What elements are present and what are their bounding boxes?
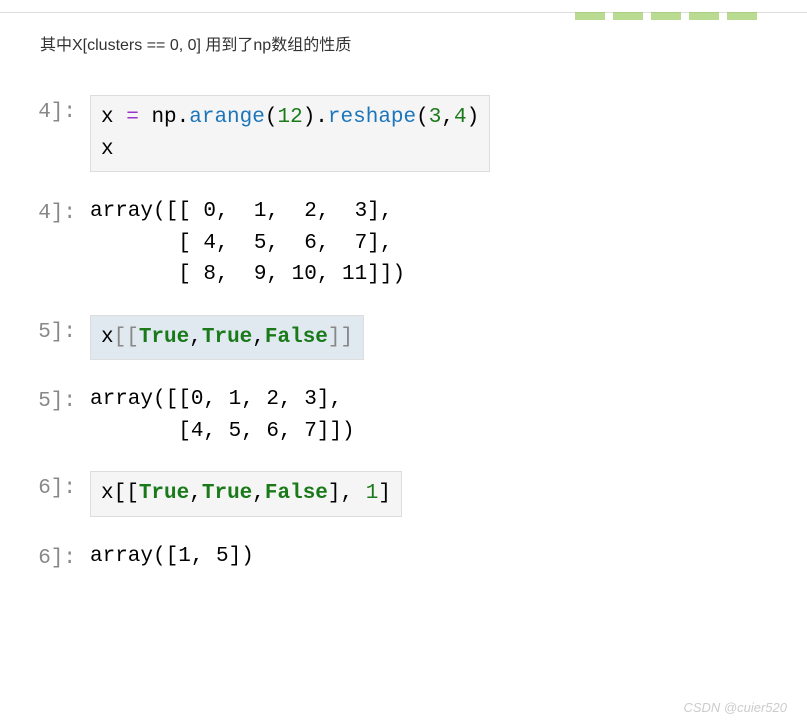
code-cell[interactable]: x[[True,True,False]] (90, 315, 364, 361)
notebook-content: 4]: x = np.arange(12).reshape(3,4) x 4]:… (0, 95, 807, 572)
decorative-block (727, 12, 757, 20)
code-bracket: [[ (114, 326, 139, 349)
code-num: 1 (366, 482, 379, 505)
input-cell-4: 4]: x = np.arange(12).reshape(3,4) x (0, 95, 807, 172)
output-text: array([[ 0, 1, 2, 3], [ 4, 5, 6, 7], [ 8… (90, 196, 405, 291)
code-comma: , (189, 482, 202, 505)
code-paren: ). (303, 106, 328, 129)
code-comma: , (189, 326, 202, 349)
code-bracket: ] (328, 482, 341, 505)
input-cell-6: 6]: x[[True,True,False], 1] (0, 471, 807, 517)
code-var: x (101, 138, 114, 161)
cell-prompt: 5]: (0, 384, 90, 413)
output-cell-4: 4]: array([[ 0, 1, 2, 3], [ 4, 5, 6, 7],… (0, 196, 807, 291)
code-bool: True (139, 482, 189, 505)
cell-prompt: 6]: (0, 541, 90, 570)
output-cell-6: 6]: array([1, 5]) (0, 541, 807, 573)
code-line: x = np.arange(12).reshape(3,4) (101, 102, 479, 134)
decorative-block (651, 12, 681, 20)
code-bool: True (202, 482, 252, 505)
code-num: 4 (454, 106, 467, 129)
code-bracket: [ (114, 482, 127, 505)
code-paren: ( (416, 106, 429, 129)
output-text: array([[0, 1, 2, 3], [4, 5, 6, 7]]) (90, 384, 355, 447)
output-cell-5: 5]: array([[0, 1, 2, 3], [4, 5, 6, 7]]) (0, 384, 807, 447)
code-comma: , (341, 482, 366, 505)
code-cell[interactable]: x[[True,True,False], 1] (90, 471, 402, 517)
input-cell-5: 5]: x[[True,True,False]] (0, 315, 807, 361)
watermark: CSDN @cuier520 (683, 700, 787, 715)
decorative-block (575, 12, 605, 20)
cell-prompt: 5]: (0, 315, 90, 344)
code-op: = (126, 106, 151, 129)
code-line: x (101, 134, 479, 166)
code-paren: ( (265, 106, 278, 129)
code-comma: , (441, 106, 454, 129)
code-num: 12 (277, 106, 302, 129)
code-func: reshape (328, 106, 416, 129)
cell-prompt: 4]: (0, 196, 90, 225)
code-var: x (101, 326, 114, 349)
decorative-block (689, 12, 719, 20)
code-var: x (101, 106, 126, 129)
code-bool: True (202, 326, 252, 349)
code-num: 3 (429, 106, 442, 129)
code-bool: False (265, 326, 328, 349)
output-text: array([1, 5]) (90, 541, 254, 573)
code-cell[interactable]: x = np.arange(12).reshape(3,4) x (90, 95, 490, 172)
code-module: np. (151, 106, 189, 129)
code-comma: , (252, 482, 265, 505)
code-var: x (101, 482, 114, 505)
intro-text: 其中X[clusters == 0, 0] 用到了np数组的性质 (40, 31, 807, 55)
code-comma: , (252, 326, 265, 349)
cell-prompt: 6]: (0, 471, 90, 500)
code-func: arange (189, 106, 265, 129)
code-bracket: [ (126, 482, 139, 505)
code-paren: ) (467, 106, 480, 129)
decorative-block (613, 12, 643, 20)
decorative-blocks (575, 12, 757, 20)
code-bracket: ]] (328, 326, 353, 349)
code-bool: False (265, 482, 328, 505)
code-bool: True (139, 326, 189, 349)
code-bracket: ] (378, 482, 391, 505)
cell-prompt: 4]: (0, 95, 90, 124)
